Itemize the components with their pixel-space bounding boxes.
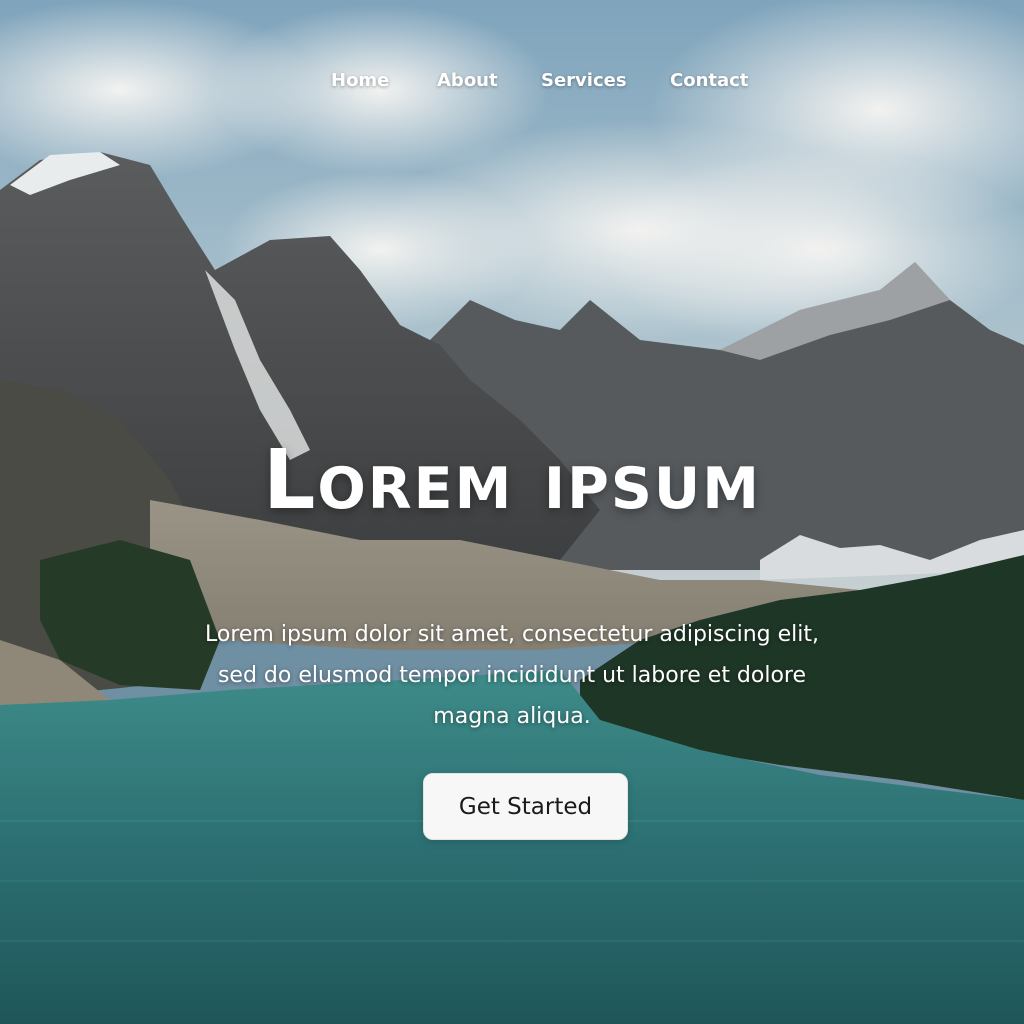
- nav-contact-link[interactable]: Contact: [670, 70, 748, 91]
- hero-description: Lorem ipsum dolor sit amet, consectetur …: [205, 622, 819, 729]
- nav-services-link[interactable]: Services: [541, 70, 627, 91]
- get-started-button[interactable]: Get Started: [423, 773, 628, 840]
- nav-home-link[interactable]: Home: [331, 70, 389, 91]
- hero-title: Lorem ipsum: [263, 433, 761, 528]
- nav-about-link[interactable]: About: [437, 70, 498, 91]
